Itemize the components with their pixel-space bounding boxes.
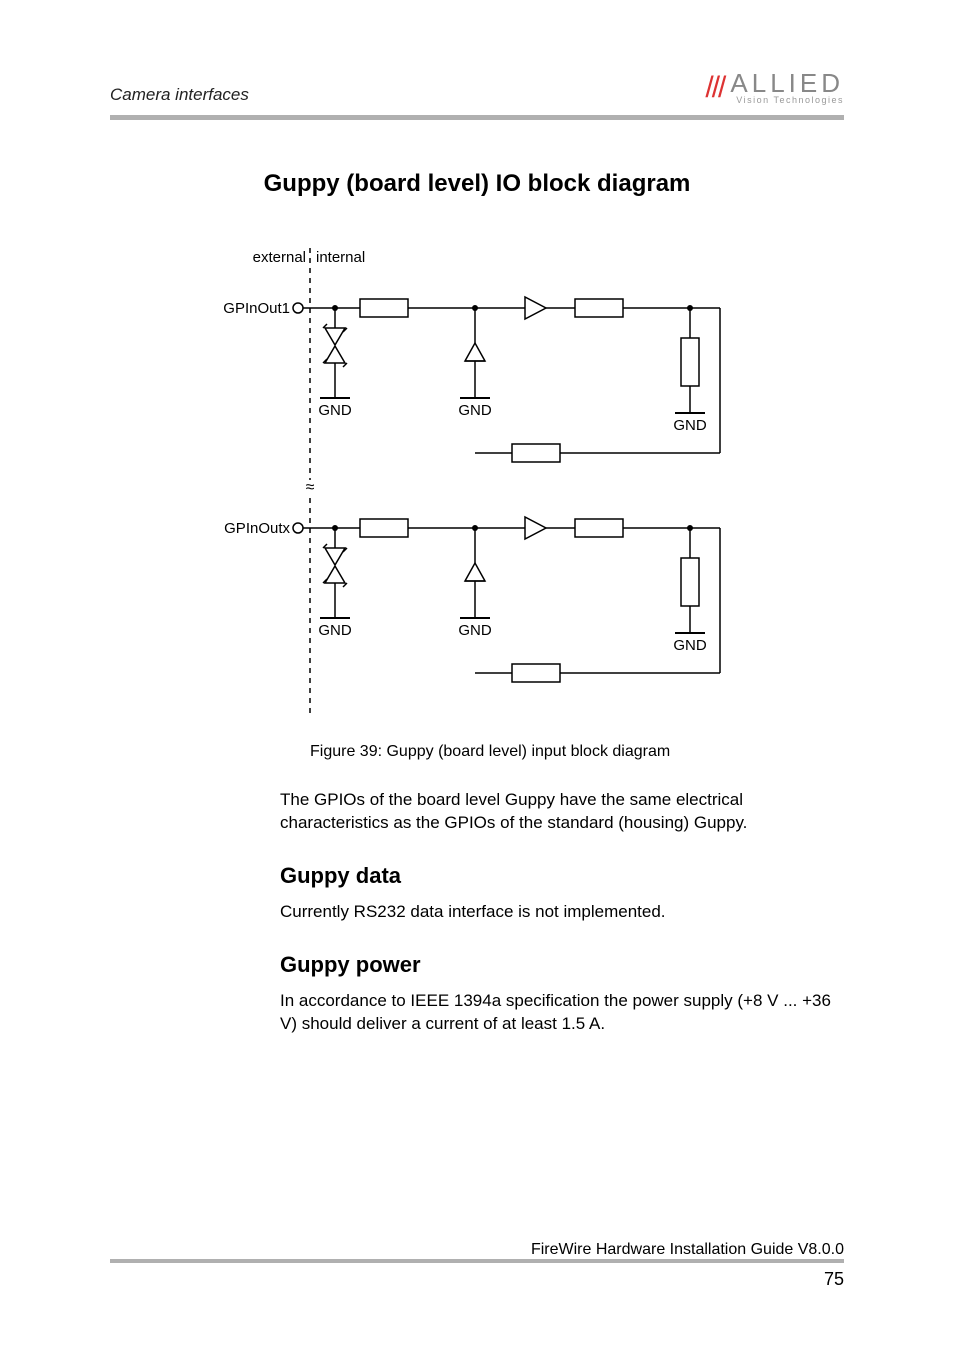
brand-logo: /// ALLIED Vision Technologies	[705, 70, 844, 105]
svg-text:GND: GND	[458, 622, 492, 639]
guppy-power-text: In accordance to IEEE 1394a specificatio…	[280, 990, 844, 1036]
svg-text:GPInOut1: GPInOut1	[223, 300, 290, 317]
logo-main-text: ALLIED	[730, 70, 844, 96]
section-heading: Guppy (board level) IO block diagram	[110, 170, 844, 198]
svg-text:GPInOutx: GPInOutx	[224, 520, 290, 537]
svg-text:GND: GND	[673, 637, 707, 654]
guppy-data-heading: Guppy data	[280, 863, 844, 889]
svg-text:external: external	[253, 249, 306, 266]
header-rule	[110, 115, 844, 120]
io-block-diagram: ≈ external internal GPInOut1	[220, 248, 844, 723]
svg-text:GND: GND	[318, 402, 352, 419]
footer-guide-title: FireWire Hardware Installation Guide V8.…	[110, 1241, 844, 1259]
gpio-paragraph: The GPIOs of the board level Guppy have …	[280, 789, 844, 835]
page-header: Camera interfaces /// ALLIED Vision Tech…	[110, 70, 844, 111]
svg-text:GND: GND	[673, 417, 707, 434]
guppy-power-heading: Guppy power	[280, 952, 844, 978]
page-number: 75	[110, 1269, 844, 1290]
page-footer: FireWire Hardware Installation Guide V8.…	[110, 1267, 844, 1290]
logo-slashes-icon: ///	[705, 73, 724, 103]
svg-text:internal: internal	[316, 249, 365, 266]
footer-rule	[110, 1259, 844, 1263]
figure-caption: Figure 39: Guppy (board level) input blo…	[310, 743, 844, 761]
logo-sub-text: Vision Technologies	[730, 96, 844, 105]
svg-text:≈: ≈	[306, 479, 315, 496]
svg-text:GND: GND	[318, 622, 352, 639]
guppy-data-text: Currently RS232 data interface is not im…	[280, 901, 844, 924]
header-section-title: Camera interfaces	[110, 85, 249, 105]
